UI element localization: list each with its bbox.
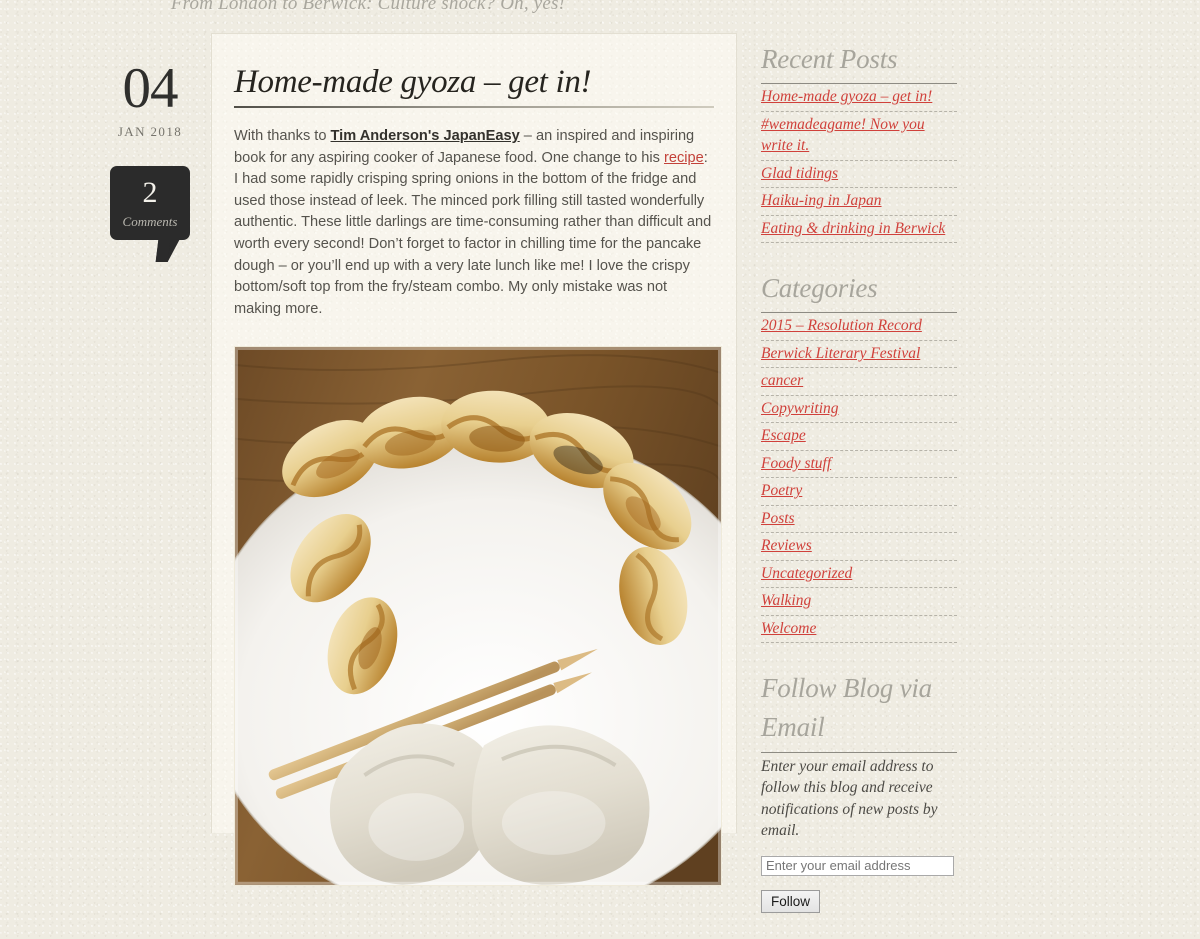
list-item[interactable]: Copywriting	[761, 396, 957, 424]
post-date-day: 04	[122, 57, 179, 120]
category-link-0[interactable]: 2015 – Resolution Record	[761, 315, 957, 337]
list-item[interactable]: 2015 – Resolution Record	[761, 313, 957, 341]
site-tagline: From London to Berwick: Culture shock? O…	[170, 0, 566, 14]
category-link-2[interactable]: cancer	[761, 370, 957, 392]
recent-posts-title: Recent Posts	[761, 44, 898, 74]
post-image[interactable]	[234, 346, 722, 887]
post-title[interactable]: Home-made gyoza – get in!	[234, 64, 714, 102]
categories-list: 2015 – Resolution Record Berwick Literar…	[761, 313, 957, 644]
category-link-7[interactable]: Posts	[761, 508, 957, 530]
comment-count-bubble[interactable]: 2 Comments	[110, 166, 190, 240]
category-link-11[interactable]: Welcome	[761, 618, 957, 640]
post-article: Home-made gyoza – get in! With thanks to…	[211, 33, 737, 887]
list-item[interactable]: Walking	[761, 588, 957, 616]
list-item[interactable]: Uncategorized	[761, 561, 957, 589]
recent-post-link-2[interactable]: Glad tidings	[761, 163, 957, 185]
list-item[interactable]: Berwick Literary Festival	[761, 341, 957, 369]
list-item[interactable]: Welcome	[761, 616, 957, 644]
list-item[interactable]: Foody stuff	[761, 451, 957, 479]
list-item[interactable]: Poetry	[761, 478, 957, 506]
follow-blog-divider	[761, 751, 957, 753]
list-item[interactable]: Reviews	[761, 533, 957, 561]
title-divider	[234, 105, 714, 108]
comment-label: Comments	[122, 214, 178, 229]
list-item[interactable]: Glad tidings	[761, 161, 957, 189]
list-item[interactable]: Eating & drinking in Berwick	[761, 216, 957, 244]
post-date-block: 04 JAN 2018	[96, 57, 204, 140]
recipe-link[interactable]: recipe	[664, 150, 704, 166]
post-text-part1: With thanks to	[234, 127, 331, 144]
category-link-8[interactable]: Reviews	[761, 535, 957, 557]
categories-title: Categories	[761, 273, 878, 304]
comment-count: 2	[142, 176, 158, 209]
list-item[interactable]: cancer	[761, 368, 957, 396]
gyoza-photo	[235, 347, 721, 886]
follow-blog-description: Enter your email address to follow this …	[761, 757, 938, 840]
category-link-5[interactable]: Foody stuff	[761, 453, 957, 475]
widget-categories: Categories 2015 – Resolution Record Berw…	[761, 269, 957, 644]
recent-post-link-1[interactable]: #wemadeagame! Now you write it.	[761, 114, 957, 157]
sidebar: Recent Posts Home-made gyoza – get in! #…	[761, 40, 957, 939]
category-link-10[interactable]: Walking	[761, 590, 957, 612]
category-link-9[interactable]: Uncategorized	[761, 563, 957, 585]
post-body: With thanks to Tim Anderson's JapanEasy …	[234, 126, 714, 320]
category-link-3[interactable]: Copywriting	[761, 398, 957, 420]
recent-post-link-4[interactable]: Eating & drinking in Berwick	[761, 218, 957, 240]
widget-recent-posts: Recent Posts Home-made gyoza – get in! #…	[761, 40, 957, 244]
category-link-4[interactable]: Escape	[761, 425, 957, 447]
category-link-1[interactable]: Berwick Literary Festival	[761, 343, 957, 365]
follow-blog-title: Follow Blog via Email	[761, 673, 932, 743]
japaneasy-book-link[interactable]: Tim Anderson's JapanEasy	[331, 128, 520, 144]
list-item[interactable]: Escape	[761, 423, 957, 451]
category-link-6[interactable]: Poetry	[761, 480, 957, 502]
recent-posts-list: Home-made gyoza – get in! #wemadeagame! …	[761, 84, 957, 244]
post-date-month-year: JAN 2018	[117, 124, 183, 139]
recent-post-link-0[interactable]: Home-made gyoza – get in!	[761, 86, 957, 108]
widget-follow-blog: Follow Blog via Email Enter your email a…	[761, 669, 957, 913]
recent-post-link-3[interactable]: Haiku-ing in Japan	[761, 190, 957, 212]
list-item[interactable]: Haiku-ing in Japan	[761, 188, 957, 216]
post-paragraph: With thanks to Tim Anderson's JapanEasy …	[234, 126, 714, 320]
post-text-part3: : I had some rapidly crisping spring oni…	[234, 149, 712, 317]
follow-button[interactable]: Follow	[761, 889, 821, 913]
email-field[interactable]	[761, 855, 954, 876]
list-item[interactable]: Home-made gyoza – get in!	[761, 84, 957, 112]
list-item[interactable]: #wemadeagame! Now you write it.	[761, 112, 957, 161]
list-item[interactable]: Posts	[761, 506, 957, 534]
